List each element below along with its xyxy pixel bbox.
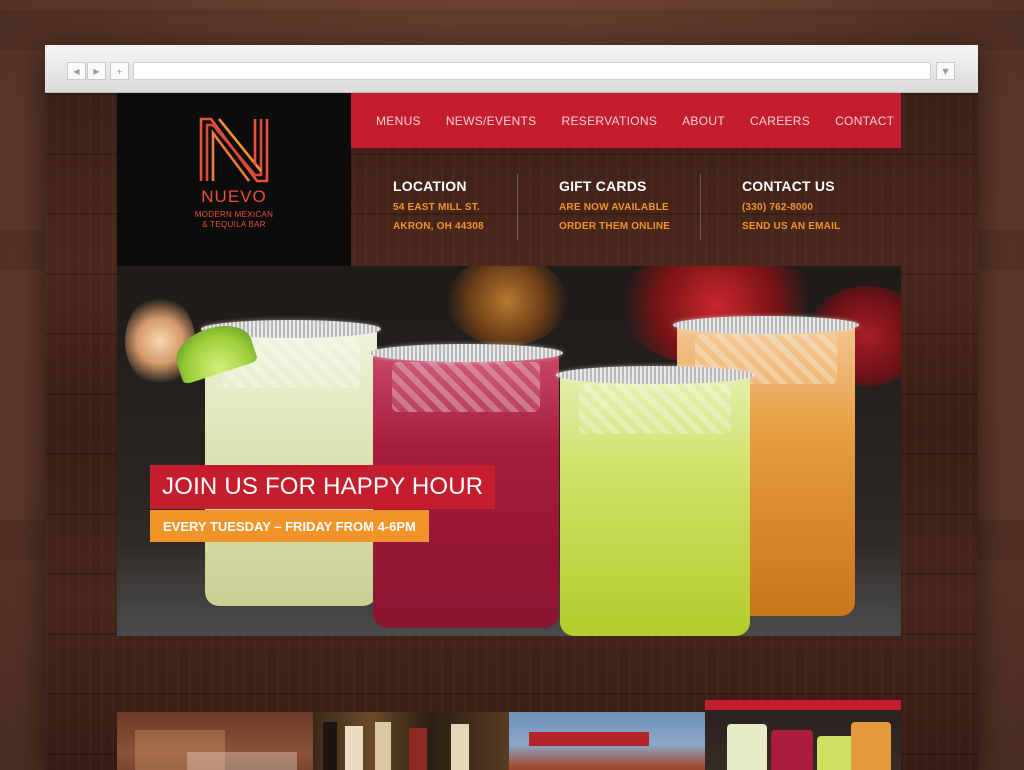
brand-tagline: MODERN MEXICAN & TEQUILA BAR [195, 210, 273, 230]
location-city[interactable]: AKRON, OH 44308 [393, 221, 484, 232]
info-divider [517, 174, 518, 240]
nav-careers[interactable]: CAREERS [750, 114, 810, 128]
promo-subtitle: EVERY TUESDAY – FRIDAY FROM 4-6PM [150, 510, 429, 542]
thumbnail-dining-room[interactable] [117, 712, 313, 770]
lime-margarita-glass [556, 366, 754, 636]
contact-block: CONTACT US (330) 762-8000 SEND US AN EMA… [742, 178, 840, 240]
gift-cards-block: GIFT CARDS ARE NOW AVAILABLE ORDER THEM … [559, 178, 670, 240]
promo-title: JOIN US FOR HAPPY HOUR [150, 465, 496, 509]
info-divider [700, 174, 701, 240]
amber-glow [447, 266, 567, 346]
location-title: LOCATION [393, 178, 467, 194]
nav-about[interactable]: ABOUT [682, 114, 725, 128]
brand-tagline-line-1: MODERN MEXICAN [194, 210, 274, 219]
nav-contact[interactable]: CONTACT [835, 114, 894, 128]
gift-cards-order-link[interactable]: ORDER THEM ONLINE [559, 221, 670, 232]
logo-panel[interactable]: NUEVO MODERN MEXICAN & TEQUILA BAR [117, 93, 351, 266]
browser-toolbar: ◀ ▶ + ▼ [45, 45, 978, 93]
forward-arrow-icon[interactable]: ▶ [87, 62, 106, 80]
back-arrow-icon[interactable]: ◀ [67, 62, 86, 80]
thumbnail-margaritas[interactable] [705, 700, 901, 770]
location-block: LOCATION 54 EAST MILL ST. AKRON, OH 4430… [393, 178, 484, 240]
browser-menu-chevron-icon[interactable]: ▼ [936, 62, 955, 80]
new-tab-plus-icon[interactable]: + [110, 62, 129, 80]
thumbnail-patio[interactable] [509, 712, 705, 770]
thumbnail-strip [117, 700, 901, 770]
contact-title: CONTACT US [742, 178, 835, 194]
thumbnail-wine-bottles[interactable] [313, 712, 509, 770]
location-street[interactable]: 54 EAST MILL ST. [393, 202, 484, 213]
nav-news-events[interactable]: NEWS/EVENTS [446, 114, 537, 128]
brand-tagline-line-2: & TEQUILA BAR [202, 220, 266, 229]
nav-menus[interactable]: MENUS [376, 114, 421, 128]
page-viewport: NUEVO MODERN MEXICAN & TEQUILA BAR MENUS… [45, 93, 978, 770]
address-bar[interactable] [133, 62, 931, 80]
gift-cards-available: ARE NOW AVAILABLE [559, 202, 669, 213]
contact-email-link[interactable]: SEND US AN EMAIL [742, 221, 840, 232]
main-navigation: MENUS NEWS/EVENTS RESERVATIONS ABOUT CAR… [351, 93, 901, 148]
hero-banner[interactable]: JOIN US FOR HAPPY HOUR EVERY TUESDAY – F… [117, 266, 901, 636]
info-bar: LOCATION 54 EAST MILL ST. AKRON, OH 4430… [351, 148, 901, 266]
stylized-n-icon [199, 117, 269, 183]
brand-name: NUEVO [201, 187, 267, 206]
contact-phone[interactable]: (330) 762-8000 [742, 202, 840, 213]
nav-reservations[interactable]: RESERVATIONS [562, 114, 658, 128]
browser-window: ◀ ▶ + ▼ NUEVO MODERN MEXICAN & TEQUILA B… [45, 45, 978, 770]
gift-cards-title: GIFT CARDS [559, 178, 647, 194]
